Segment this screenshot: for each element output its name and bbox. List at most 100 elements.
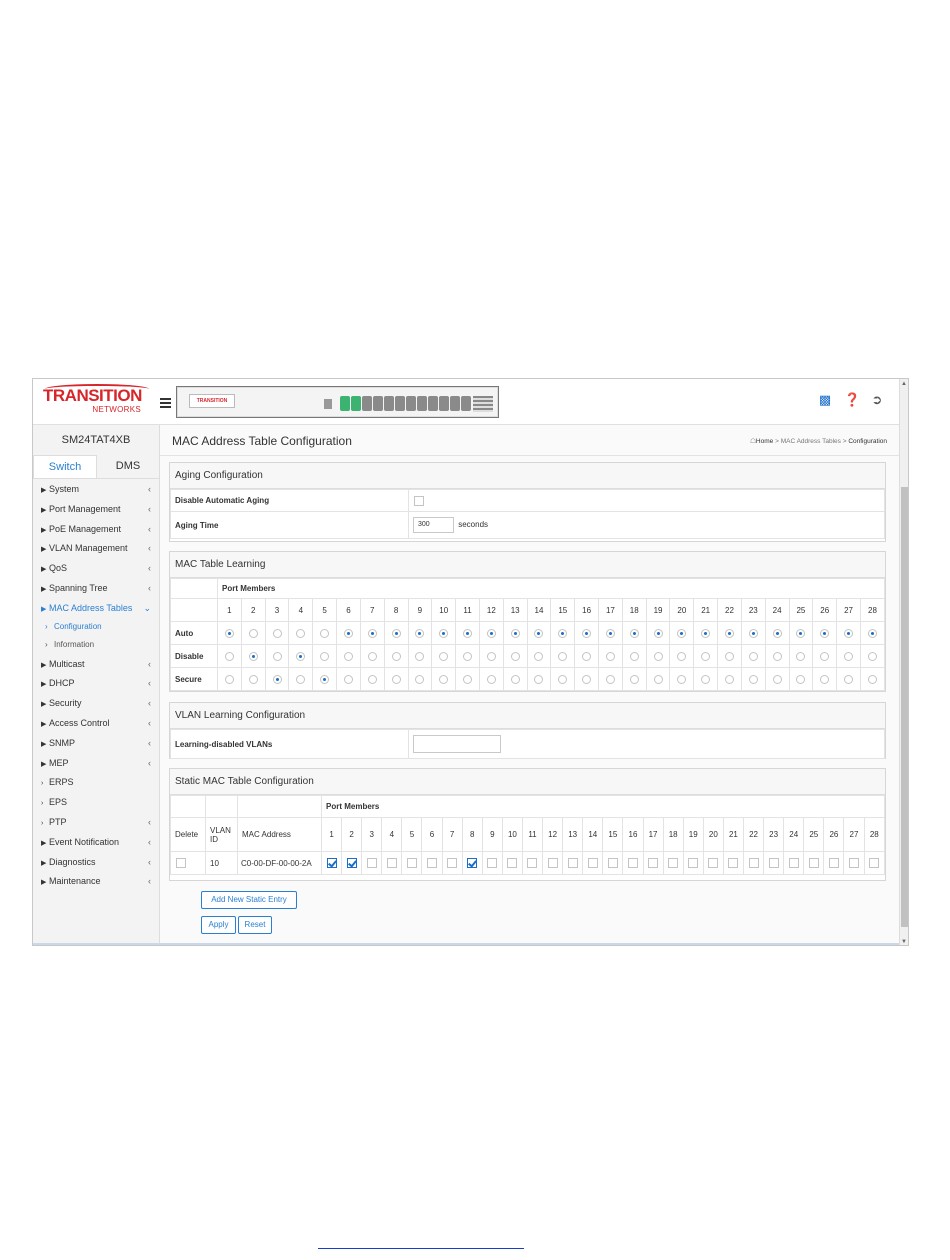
port-member-checkbox[interactable] — [828, 858, 839, 868]
learning-disable-radio[interactable] — [248, 651, 258, 661]
sidebar-item-system[interactable]: ▶ System ‹ — [33, 479, 159, 499]
port-member-checkbox[interactable] — [547, 858, 558, 868]
learning-auto-radio[interactable] — [534, 628, 544, 638]
learning-secure-radio[interactable] — [534, 674, 544, 684]
learning-disable-radio[interactable] — [415, 651, 425, 661]
learning-auto-radio[interactable] — [439, 628, 449, 638]
learning-disable-radio[interactable] — [605, 651, 615, 661]
learning-disable-radio[interactable] — [582, 651, 592, 661]
learning-secure-radio[interactable] — [796, 674, 806, 684]
port-member-checkbox[interactable] — [587, 858, 598, 868]
menu-toggle-icon[interactable] — [160, 398, 171, 408]
learning-secure-radio[interactable] — [653, 674, 663, 684]
sidebar-item-mep[interactable]: ▶ MEP ‹ — [33, 753, 159, 773]
learning-auto-radio[interactable] — [486, 628, 496, 638]
learning-disable-radio[interactable] — [724, 651, 734, 661]
sidebar-item-maintenance[interactable]: ▶ Maintenance ‹ — [33, 871, 159, 891]
port-member-checkbox[interactable] — [366, 858, 377, 868]
learning-secure-radio[interactable] — [439, 674, 449, 684]
learning-disable-radio[interactable] — [653, 651, 663, 661]
learning-auto-radio[interactable] — [820, 628, 830, 638]
learning-disable-radio[interactable] — [844, 651, 854, 661]
learning-auto-radio[interactable] — [724, 628, 734, 638]
learning-disable-radio[interactable] — [391, 651, 401, 661]
learning-auto-radio[interactable] — [463, 628, 473, 638]
sidebar-item-poe-management[interactable]: ▶ PoE Management ‹ — [33, 519, 159, 539]
apply-button[interactable]: Apply — [201, 916, 236, 934]
device-panel-image[interactable]: TRANSITION — [176, 386, 499, 418]
tab-switch[interactable]: Switch — [33, 455, 97, 478]
learning-disable-radio[interactable] — [510, 651, 520, 661]
port-member-checkbox[interactable] — [386, 858, 397, 868]
learning-secure-radio[interactable] — [772, 674, 782, 684]
sidebar-item-port-management[interactable]: ▶ Port Management ‹ — [33, 499, 159, 519]
learning-disable-radio[interactable] — [534, 651, 544, 661]
port-member-checkbox[interactable] — [708, 858, 719, 868]
learning-auto-radio[interactable] — [629, 628, 639, 638]
sidebar-item-erps[interactable]: › ERPS — [33, 772, 159, 792]
learning-secure-radio[interactable] — [820, 674, 830, 684]
sidebar-item-dhcp[interactable]: ▶ DHCP ‹ — [33, 673, 159, 693]
learning-auto-radio[interactable] — [677, 628, 687, 638]
footer-underline[interactable] — [318, 1248, 524, 1249]
sidebar-item-vlan-management[interactable]: ▶ VLAN Management ‹ — [33, 538, 159, 558]
learning-disable-radio[interactable] — [558, 651, 568, 661]
port-member-checkbox[interactable] — [788, 858, 799, 868]
learning-disable-radio[interactable] — [772, 651, 782, 661]
breadcrumb-section[interactable]: MAC Address Tables — [781, 438, 841, 445]
port-member-checkbox[interactable] — [748, 858, 759, 868]
tab-dms[interactable]: DMS — [97, 455, 159, 478]
sidebar-subitem-information[interactable]: › Information — [33, 636, 159, 654]
learning-secure-radio[interactable] — [248, 674, 258, 684]
scrollbar[interactable]: ▲ ▼ — [899, 379, 908, 945]
learning-secure-radio[interactable] — [558, 674, 568, 684]
learning-secure-radio[interactable] — [582, 674, 592, 684]
learning-disable-radio[interactable] — [439, 651, 449, 661]
sidebar-item-eps[interactable]: › EPS — [33, 792, 159, 812]
reset-button[interactable]: Reset — [238, 916, 272, 934]
help-icon[interactable]: ❓ — [844, 393, 860, 407]
logout-icon[interactable]: ➲ — [870, 393, 884, 407]
scroll-thumb[interactable] — [901, 487, 908, 927]
port-member-checkbox[interactable] — [627, 858, 638, 868]
learning-disabled-vlans-input[interactable] — [413, 735, 501, 753]
port-member-checkbox[interactable] — [447, 858, 458, 868]
port-member-checkbox[interactable] — [728, 858, 739, 868]
learning-secure-radio[interactable] — [296, 674, 306, 684]
learning-disable-radio[interactable] — [701, 651, 711, 661]
learning-auto-radio[interactable] — [367, 628, 377, 638]
learning-secure-radio[interactable] — [463, 674, 473, 684]
learning-disable-radio[interactable] — [224, 651, 234, 661]
learning-disable-radio[interactable] — [343, 651, 353, 661]
learning-disable-radio[interactable] — [486, 651, 496, 661]
learning-auto-radio[interactable] — [391, 628, 401, 638]
learning-secure-radio[interactable] — [343, 674, 353, 684]
disable-aging-checkbox[interactable] — [414, 495, 424, 506]
learning-auto-radio[interactable] — [844, 628, 854, 638]
port-member-checkbox[interactable] — [768, 858, 779, 868]
learning-secure-radio[interactable] — [486, 674, 496, 684]
learning-secure-radio[interactable] — [367, 674, 377, 684]
port-member-checkbox[interactable] — [427, 858, 438, 868]
learning-auto-radio[interactable] — [510, 628, 520, 638]
delete-checkbox[interactable] — [176, 858, 186, 868]
learning-disable-radio[interactable] — [867, 651, 877, 661]
learning-auto-radio[interactable] — [248, 628, 258, 638]
learning-secure-radio[interactable] — [320, 674, 330, 684]
port-member-checkbox[interactable] — [688, 858, 699, 868]
port-member-checkbox[interactable] — [607, 858, 618, 868]
learning-secure-radio[interactable] — [415, 674, 425, 684]
learning-secure-radio[interactable] — [224, 674, 234, 684]
learning-auto-radio[interactable] — [415, 628, 425, 638]
sidebar-item-mac-address-tables[interactable]: ▶ MAC Address Tables ⌄ — [33, 598, 159, 618]
learning-secure-radio[interactable] — [748, 674, 758, 684]
port-member-checkbox[interactable] — [487, 858, 498, 868]
scroll-up-icon[interactable]: ▲ — [901, 381, 907, 387]
sidebar-item-access-control[interactable]: ▶ Access Control ‹ — [33, 713, 159, 733]
learning-auto-radio[interactable] — [772, 628, 782, 638]
learning-secure-radio[interactable] — [605, 674, 615, 684]
sidebar-item-ptp[interactable]: › PTP ‹ — [33, 812, 159, 832]
breadcrumb-home[interactable]: Home — [756, 438, 773, 445]
port-member-checkbox[interactable] — [527, 858, 538, 868]
learning-disable-radio[interactable] — [296, 651, 306, 661]
